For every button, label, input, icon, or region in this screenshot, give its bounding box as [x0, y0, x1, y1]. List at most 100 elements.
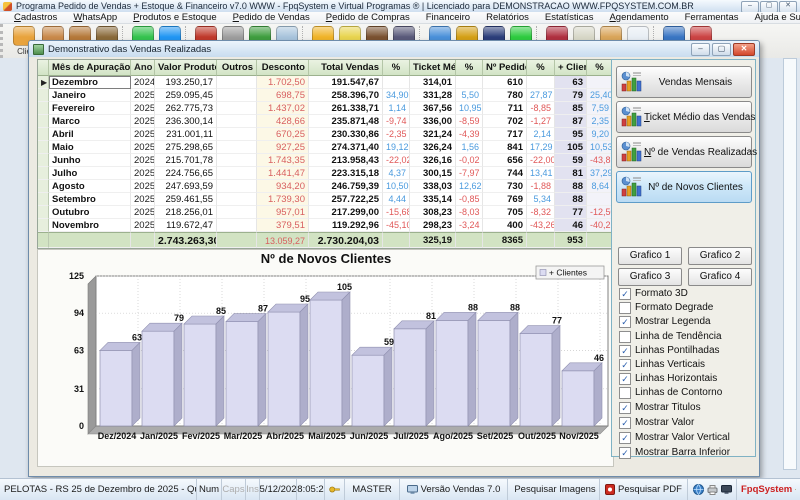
cell-agosto-8: 12,62 — [456, 180, 483, 193]
grafico-2-button[interactable]: Grafico 2 — [688, 247, 752, 265]
checkbox-linha-de-tendencia[interactable]: Linha de Tendência — [619, 330, 722, 343]
checkbox-formato-degrade[interactable]: Formato Degrade — [619, 301, 713, 314]
checkbox-linhas-verticais[interactable]: ✓Linhas Verticais — [619, 358, 705, 371]
cell-setembro-1: 2025 — [131, 193, 155, 206]
table-row-outubro[interactable]: Outubro2025218.256,01957,01217.299,00-15… — [38, 206, 613, 219]
totals-selector — [38, 232, 49, 248]
table-row-fevereiro[interactable]: Fevereiro2025262.775,731.437,02261.338,7… — [38, 102, 613, 115]
grafico-3-button[interactable]: Grafico 3 — [618, 268, 682, 286]
cell-agosto-4: 934,20 — [257, 180, 309, 193]
computer-icon — [407, 485, 418, 495]
cell-junho-4: 1.743,35 — [257, 154, 309, 167]
status-time: 08:05:24 — [297, 479, 325, 500]
view-button-vendas-mensais[interactable]: Vendas Mensais — [616, 66, 752, 98]
cell-julho-11: 81 — [555, 167, 587, 180]
cell-maio-9: 841 — [483, 141, 527, 154]
menu-cadastros[interactable]: Cadastros — [6, 12, 65, 24]
cell-janeiro-5: 258.396,70 — [309, 89, 383, 102]
checkbox-mostrar-valor-vertical[interactable]: ✓Mostrar Valor Vertical — [619, 431, 730, 444]
view-button-ticket-medio-das-vendas[interactable]: Ticket Médio das Vendas — [616, 101, 752, 133]
menu-pedido-de-vendas[interactable]: Pedido de Vendas — [225, 12, 318, 24]
svg-text:81: 81 — [426, 311, 436, 321]
cell-dezembro-12 — [587, 76, 613, 89]
checkbox-mostrar-valor[interactable]: ✓Mostrar Valor — [619, 416, 694, 429]
checkbox-label: Linhas Pontilhadas — [635, 345, 720, 356]
cell-agosto-3 — [217, 180, 257, 193]
menu-ferramentas[interactable]: Ferramentas — [677, 12, 747, 24]
svg-text:79: 79 — [174, 313, 184, 323]
cell-outubro-12: -12,50 — [587, 206, 613, 219]
inner-minimize-button[interactable]: – — [691, 43, 710, 56]
checkbox-linhas-de-contorno[interactable]: Linhas de Contorno — [619, 386, 722, 399]
table-row-setembro[interactable]: Setembro2025259.461,551.739,30257.722,25… — [38, 193, 613, 206]
table-row-julho[interactable]: Julho2025224.756,651.441,47223.315,184,3… — [38, 167, 613, 180]
cell-junho-3 — [217, 154, 257, 167]
view-button-n-de-novos-clientes[interactable]: Nº de Novos Clientes — [616, 171, 752, 203]
table-row-marco[interactable]: Marco2025236.300,14428,66235.871,48-9,74… — [38, 115, 613, 128]
menu-pedido-de-compras[interactable]: Pedido de Compras — [318, 12, 418, 24]
cell-marco-4: 428,66 — [257, 115, 309, 128]
view-button-n-de-vendas-realizadas[interactable]: Nº de Vendas Realizadas — [616, 136, 752, 168]
cell-dezembro-10 — [527, 76, 555, 89]
grafico-4-button[interactable]: Grafico 4 — [688, 268, 752, 286]
checkbox-mostrar-titulos[interactable]: ✓Mostrar Titulos — [619, 401, 701, 414]
checkbox-formato-3d[interactable]: ✓Formato 3D — [619, 287, 688, 300]
globe-icon[interactable] — [693, 484, 704, 495]
cell-dezembro-0[interactable]: Dezembro — [49, 76, 131, 89]
table-row-maio[interactable]: Maio2025275.298,65927,25274.371,4019,123… — [38, 141, 613, 154]
menu-whatsapp[interactable]: WhatsApp — [65, 12, 125, 24]
cell-julho-0: Julho — [49, 167, 131, 180]
table-row-abril[interactable]: Abril2025231.001,11670,25230.330,86-2,35… — [38, 128, 613, 141]
checkbox-mostrar-legenda[interactable]: ✓ Mostrar Legenda — [619, 315, 711, 328]
cell-outubro-1: 2025 — [131, 206, 155, 219]
cell-junho-1: 2025 — [131, 154, 155, 167]
menu-produtos-e-estoque[interactable]: Produtos e Estoque — [125, 12, 224, 24]
cell-setembro-4: 1.739,30 — [257, 193, 309, 206]
menu-agendamento[interactable]: Agendamento — [601, 12, 676, 24]
search-pdf-button[interactable]: Pesquisar PDF — [600, 479, 688, 500]
inner-close-button[interactable]: ✕ — [733, 43, 755, 56]
checkbox-label: Mostrar Legenda — [635, 316, 711, 327]
cell-novembro-3 — [217, 219, 257, 232]
menu-estatisticas[interactable]: Estatísticas — [537, 12, 602, 24]
checked-checkbox-icon: ✓ — [619, 402, 631, 414]
cell-julho-12: 37,29 — [587, 167, 613, 180]
checkbox-mostrar-barra-inferior[interactable]: ✓Mostrar Barra Inferior — [619, 446, 730, 459]
cell-novembro-5: 119.292,96 — [309, 219, 383, 232]
table-row-novembro[interactable]: Novembro2025119.672,47379,51119.292,96-4… — [38, 219, 613, 232]
cell-dezembro-7: 314,01 — [410, 76, 456, 89]
cell-novembro-11: 46 — [555, 219, 587, 232]
cell-maio-11: 105 — [555, 141, 587, 154]
inner-maximize-button[interactable]: ▢ — [712, 43, 731, 56]
row-selector — [38, 193, 49, 206]
search-images-button[interactable]: Pesquisar Imagens — [508, 479, 600, 500]
table-row-junho[interactable]: Junho2025215.701,781.743,35213.958,43-22… — [38, 154, 613, 167]
checkbox-linhas-pontilhadas[interactable]: ✓Linhas Pontilhadas — [619, 344, 720, 357]
cell-setembro-10: 5,34 — [527, 193, 555, 206]
checked-checkbox-icon: ✓ — [619, 316, 631, 328]
cell-novembro-0: Novembro — [49, 219, 131, 232]
checkbox-linhas-horizontais[interactable]: ✓Linhas Horizontais — [619, 372, 717, 385]
monitor-icon[interactable] — [721, 485, 732, 495]
cell-marco-0: Marco — [49, 115, 131, 128]
total-3 — [217, 232, 257, 248]
cell-agosto-5: 246.759,39 — [309, 180, 383, 193]
cell-fevereiro-11: 85 — [555, 102, 587, 115]
column-header-total-vendas: Total Vendas — [309, 60, 383, 76]
table-row-agosto[interactable]: Agosto2025247.693,59934,20246.759,3910,5… — [38, 180, 613, 193]
table-row-janeiro[interactable]: Janeiro2025259.095,45698,75258.396,7034,… — [38, 89, 613, 102]
cell-novembro-10: -43,26 — [527, 219, 555, 232]
column-header-desconto: Desconto — [257, 60, 309, 76]
cell-agosto-6: 10,50 — [383, 180, 410, 193]
cell-abril-2: 231.001,11 — [155, 128, 217, 141]
cell-setembro-0: Setembro — [49, 193, 131, 206]
cell-outubro-9: 705 — [483, 206, 527, 219]
printer-icon[interactable] — [707, 485, 718, 495]
menu-ajuda-e-suporte[interactable]: Ajuda e Suporte — [746, 12, 800, 24]
table-row-dezembro[interactable]: ▶Dezembro2024193.250,171.702,50191.547,6… — [38, 76, 613, 89]
menu-relatorios[interactable]: Relatórios — [478, 12, 537, 24]
grafico-1-button[interactable]: Grafico 1 — [618, 247, 682, 265]
cell-abril-3 — [217, 128, 257, 141]
menu-financeiro[interactable]: Financeiro — [418, 12, 478, 24]
cell-fevereiro-0: Fevereiro — [49, 102, 131, 115]
